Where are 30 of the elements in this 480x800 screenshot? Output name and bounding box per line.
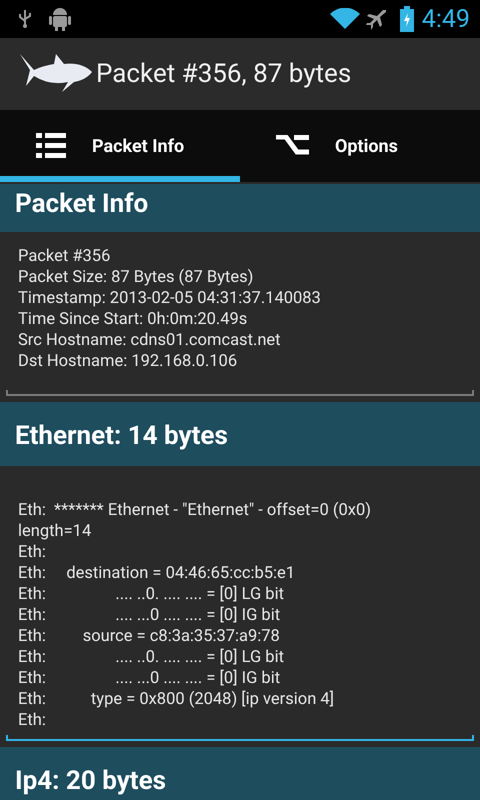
wifi-icon [330, 8, 360, 30]
section-header: Ethernet: 14 bytes [0, 402, 480, 466]
detail-line: Eth: .... ..0. .... .... = [0] LG bit [18, 584, 284, 605]
status-time: 4:49 [422, 6, 470, 32]
android-icon [48, 6, 72, 32]
detail-line: Packet #356 [18, 246, 110, 267]
section-header: Packet Info [0, 184, 480, 232]
detail-line: Eth: type = 0x800 (2048) [ip version 4] [18, 689, 334, 710]
detail-line: Eth: source = c8:3a:35:37:a9:78 [18, 626, 280, 647]
detail-line: Dst Hostname: 192.168.0.106 [18, 351, 238, 372]
option-key-icon [276, 135, 309, 157]
battery-icon [400, 6, 414, 32]
detail-line: Timestamp: 2013-02-05 04:31:37.140083 [18, 288, 321, 309]
detail-line: Eth: ******* Ethernet - "Ethernet" - offset=0 (0x0) [18, 500, 371, 521]
detail-line: Time Since Start: 0h:0m:20.49s [18, 309, 248, 330]
detail-line: Eth: .... ...0 .... .... = [0] IG bit [18, 668, 280, 689]
detail-line: Eth: .... ...0 .... .... = [0] IG bit [18, 605, 280, 626]
section-header: Ip4: 20 bytes [0, 747, 480, 800]
detail-line: Eth: .... ..0. .... .... = [0] LG bit [18, 647, 284, 668]
detail-line: Eth: [18, 710, 46, 731]
airplane-icon [366, 8, 388, 30]
tab[interactable]: Options [240, 110, 480, 182]
list-icon [36, 133, 66, 159]
detail-line: Packet Size: 87 Bytes (87 Bytes) [18, 267, 254, 288]
detail-line: Src Hostname: cdns01.comcast.net [18, 330, 281, 351]
detail-line: Eth: destination = 04:46:65:cc:b5:e1 [18, 563, 296, 584]
detail-line: Eth: [18, 542, 46, 563]
screen-title: Packet #356, 87 bytes [96, 58, 352, 90]
usb-icon [18, 9, 32, 29]
detail-line: length=14 [18, 521, 92, 542]
